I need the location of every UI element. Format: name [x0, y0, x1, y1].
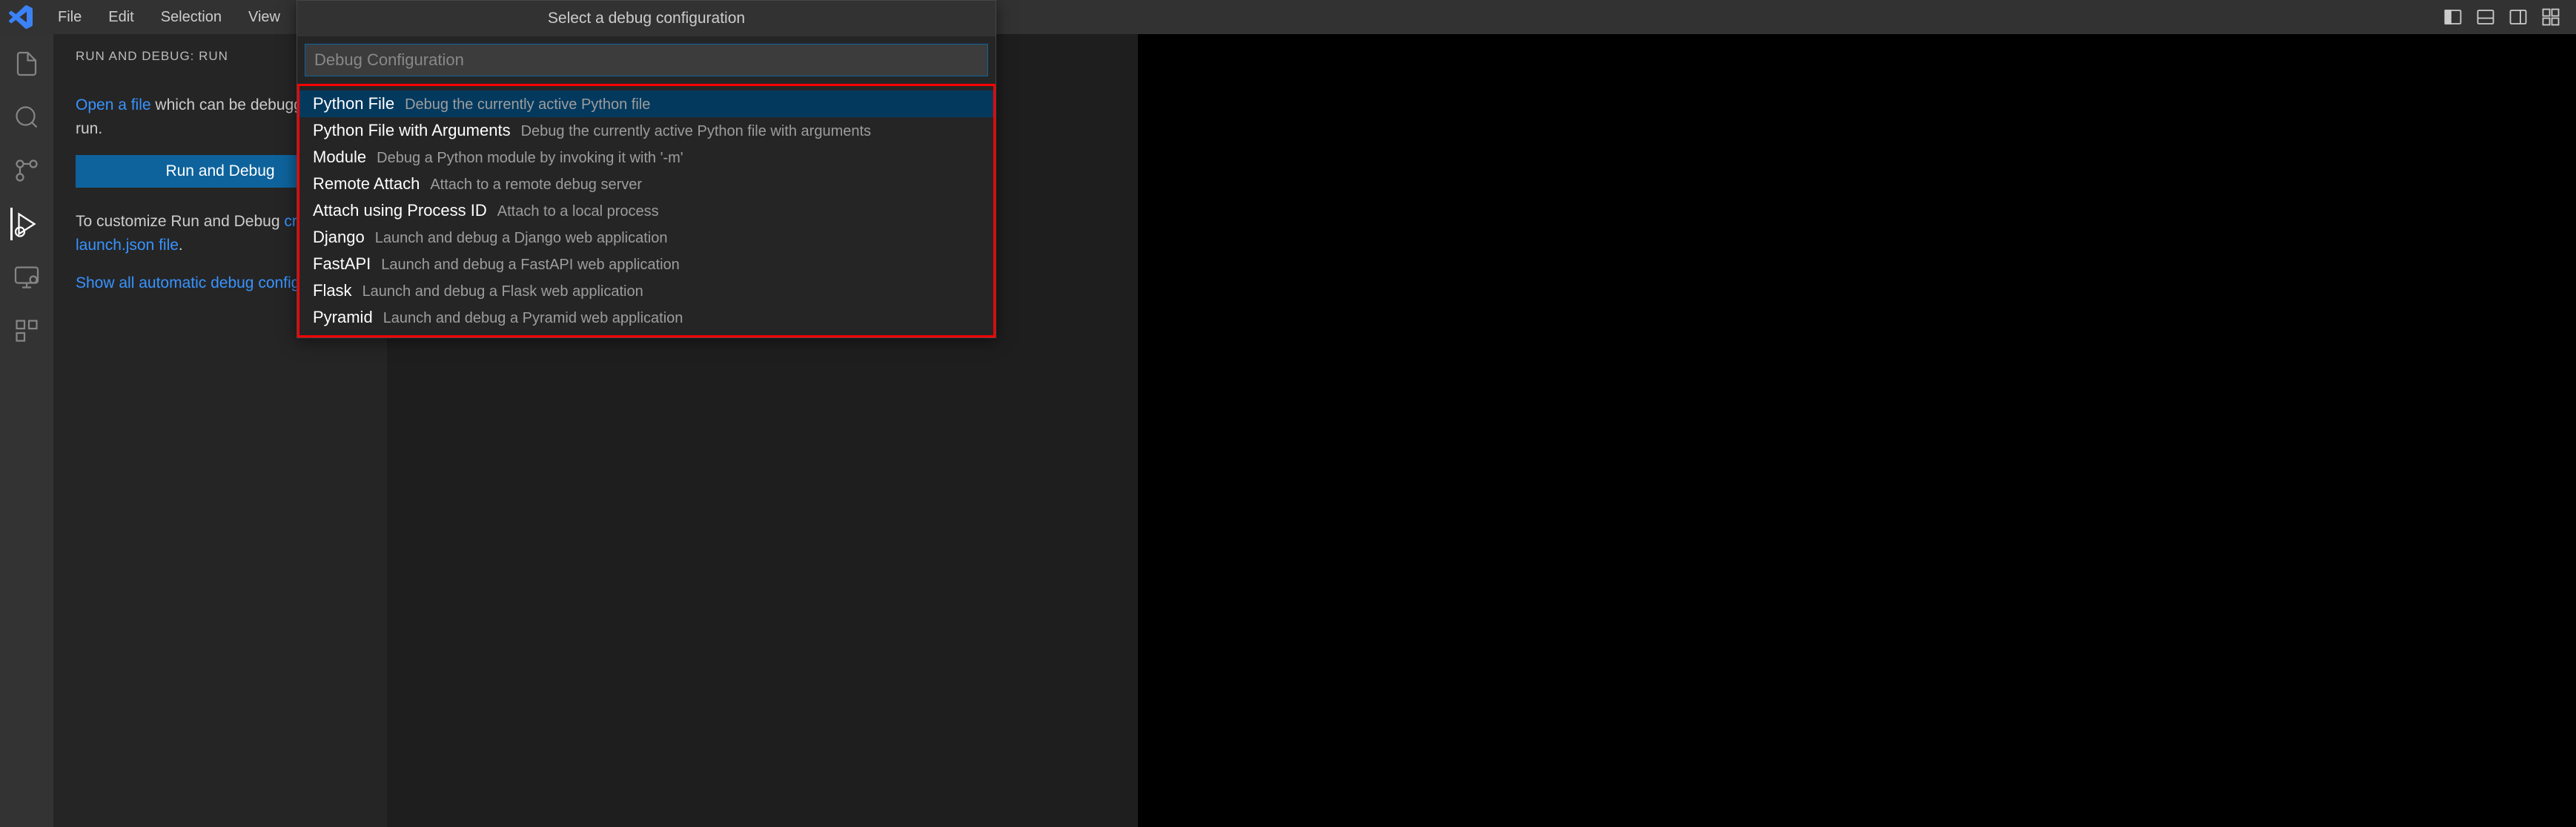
toggle-primary-sidebar-icon[interactable] — [2443, 7, 2463, 27]
customize-text: To customize Run and Debug — [76, 213, 284, 230]
search-icon[interactable] — [10, 101, 43, 134]
quickpick-item-description: Launch and debug a Pyramid web applicati… — [383, 310, 683, 327]
quickpick-item-label: Python File with Arguments — [313, 121, 511, 140]
toggle-panel-icon[interactable] — [2475, 7, 2496, 27]
quickpick-item-description: Launch and debug a Django web applicatio… — [375, 230, 668, 247]
customize-layout-icon[interactable] — [2540, 7, 2561, 27]
extensions-icon[interactable] — [10, 314, 43, 347]
quickpick-item-description: Debug a Python module by invoking it wit… — [377, 150, 683, 167]
quickpick-title: Select a debug configuration — [297, 1, 996, 36]
quickpick-item-label: Remote Attach — [313, 174, 420, 194]
remote-explorer-icon[interactable] — [10, 261, 43, 294]
explorer-icon[interactable] — [10, 47, 43, 80]
source-control-icon[interactable] — [10, 154, 43, 187]
quickpick-item-flask[interactable]: Flask Launch and debug a Flask web appli… — [299, 277, 993, 304]
quickpick-item-description: Attach to a local process — [497, 203, 659, 220]
quickpick-item-label: Django — [313, 228, 365, 247]
activity-bar — [0, 34, 53, 827]
menu-selection[interactable]: Selection — [150, 6, 232, 29]
quickpick-item-remote-attach[interactable]: Remote Attach Attach to a remote debug s… — [299, 171, 993, 197]
menu-view[interactable]: View — [238, 6, 291, 29]
quickpick-item-python-file-args[interactable]: Python File with Arguments Debug the cur… — [299, 117, 993, 144]
quickpick-dropdown: Select a debug configuration Python File… — [297, 0, 996, 338]
vscode-logo-icon — [9, 5, 33, 29]
quickpick-item-django[interactable]: Django Launch and debug a Django web app… — [299, 224, 993, 251]
quickpick-item-pyramid[interactable]: Pyramid Launch and debug a Pyramid web a… — [299, 304, 993, 331]
quickpick-input[interactable] — [305, 44, 988, 76]
quickpick-item-description: Launch and debug a Flask web application — [362, 283, 643, 300]
quickpick-item-label: Flask — [313, 281, 352, 300]
quickpick-item-description: Attach to a remote debug server — [430, 177, 642, 194]
menu-edit[interactable]: Edit — [98, 6, 144, 29]
quickpick-item-label: Pyramid — [313, 308, 373, 327]
quickpick-item-label: Python File — [313, 94, 394, 113]
quickpick-list: Python File Debug the currently active P… — [297, 84, 996, 337]
toggle-secondary-sidebar-icon[interactable] — [2508, 7, 2529, 27]
run-debug-icon[interactable] — [10, 208, 43, 240]
open-file-link[interactable]: Open a file — [76, 96, 151, 113]
quickpick-item-label: Attach using Process ID — [313, 201, 487, 220]
quickpick-item-label: FastAPI — [313, 254, 371, 274]
customize-period: . — [179, 237, 183, 254]
quickpick-item-attach-pid[interactable]: Attach using Process ID Attach to a loca… — [299, 197, 993, 224]
title-layout-controls — [2443, 7, 2567, 27]
menu-file[interactable]: File — [47, 6, 92, 29]
quickpick-item-python-file[interactable]: Python File Debug the currently active P… — [299, 90, 993, 117]
quickpick-item-label: Module — [313, 148, 366, 167]
quickpick-item-fastapi[interactable]: FastAPI Launch and debug a FastAPI web a… — [299, 251, 993, 277]
quickpick-input-wrap — [297, 36, 996, 84]
quickpick-item-description: Debug the currently active Python file — [405, 96, 650, 113]
quickpick-item-description: Launch and debug a FastAPI web applicati… — [381, 257, 680, 274]
empty-region — [1138, 34, 2576, 827]
quickpick-item-description: Debug the currently active Python file w… — [521, 123, 871, 140]
quickpick-item-module[interactable]: Module Debug a Python module by invoking… — [299, 144, 993, 171]
